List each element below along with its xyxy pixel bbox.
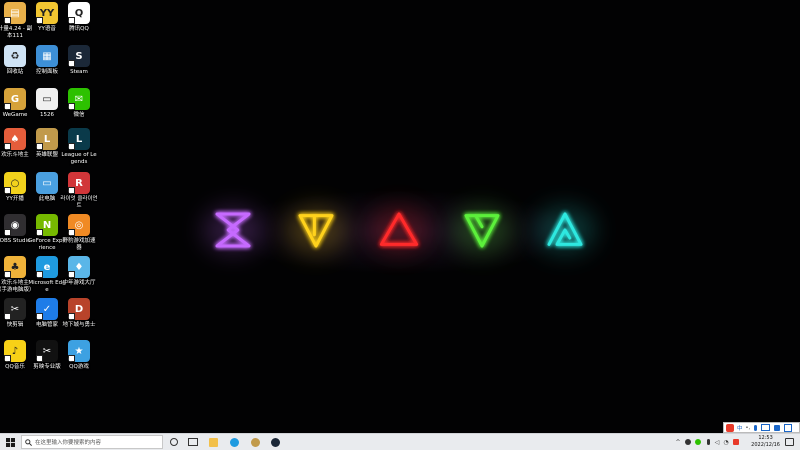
taskbar-search-input[interactable]: 在这里输入你要搜索的内容 xyxy=(21,435,163,449)
tray-wechat-icon[interactable] xyxy=(694,434,702,450)
taskbar-app-cortana[interactable] xyxy=(167,434,181,450)
file-explorer-icon xyxy=(208,437,218,447)
lol-icon xyxy=(250,437,260,447)
clock[interactable]: 12:53 2022/12/16 xyxy=(751,435,780,448)
tray-volume-icon[interactable]: ◁ xyxy=(713,434,721,450)
ime-logo-icon[interactable] xyxy=(726,423,734,432)
start-button[interactable] xyxy=(3,434,17,450)
ime-tools-icon[interactable] xyxy=(784,423,793,432)
ime-mode-label[interactable]: 中 xyxy=(737,424,743,432)
taskbar-app-lol[interactable] xyxy=(248,434,262,450)
tray-network-icon[interactable]: ◔ xyxy=(722,434,730,450)
desktop[interactable]: ▤ 计量4.24 - 副本111 YY YY语音 Q 腾讯QQ ♻ 回收站 ▦ 控制面板 S Stea… xyxy=(0,0,800,433)
tray-app-icon[interactable] xyxy=(684,434,692,450)
taskbar-app-steam[interactable] xyxy=(268,434,282,450)
windows-logo-icon xyxy=(5,437,15,447)
search-placeholder: 在这里输入你要搜索的内容 xyxy=(35,440,102,446)
taskbar-app-file-explorer[interactable] xyxy=(206,434,220,450)
edge-icon xyxy=(229,437,239,447)
ime-skin-icon[interactable] xyxy=(774,424,781,431)
clock-date: 2022/12/16 xyxy=(751,441,780,448)
steam-icon xyxy=(270,437,280,447)
tray-mic-icon[interactable] xyxy=(704,434,712,450)
taskbar-app-task-view[interactable] xyxy=(186,434,200,450)
tray-chevron-icon[interactable]: ^ xyxy=(674,434,682,450)
ime-mic-icon[interactable] xyxy=(754,424,758,431)
taskbar-app-edge[interactable] xyxy=(227,434,241,450)
ime-toolbar[interactable]: 中 •, xyxy=(723,422,800,433)
notification-center-icon[interactable] xyxy=(783,434,795,450)
ime-keyboard-icon[interactable] xyxy=(761,424,771,431)
taskbar: 在这里输入你要搜索的内容 ^ ◁ ◔ 12:53 2022/12/16 xyxy=(0,433,800,450)
ime-punct-icon[interactable]: •, xyxy=(746,425,751,431)
wallpaper-symbols xyxy=(203,206,595,254)
cortana-icon xyxy=(170,438,178,446)
task-view-icon xyxy=(188,438,198,446)
search-icon xyxy=(25,438,32,446)
tray-ime-icon[interactable] xyxy=(731,434,740,450)
